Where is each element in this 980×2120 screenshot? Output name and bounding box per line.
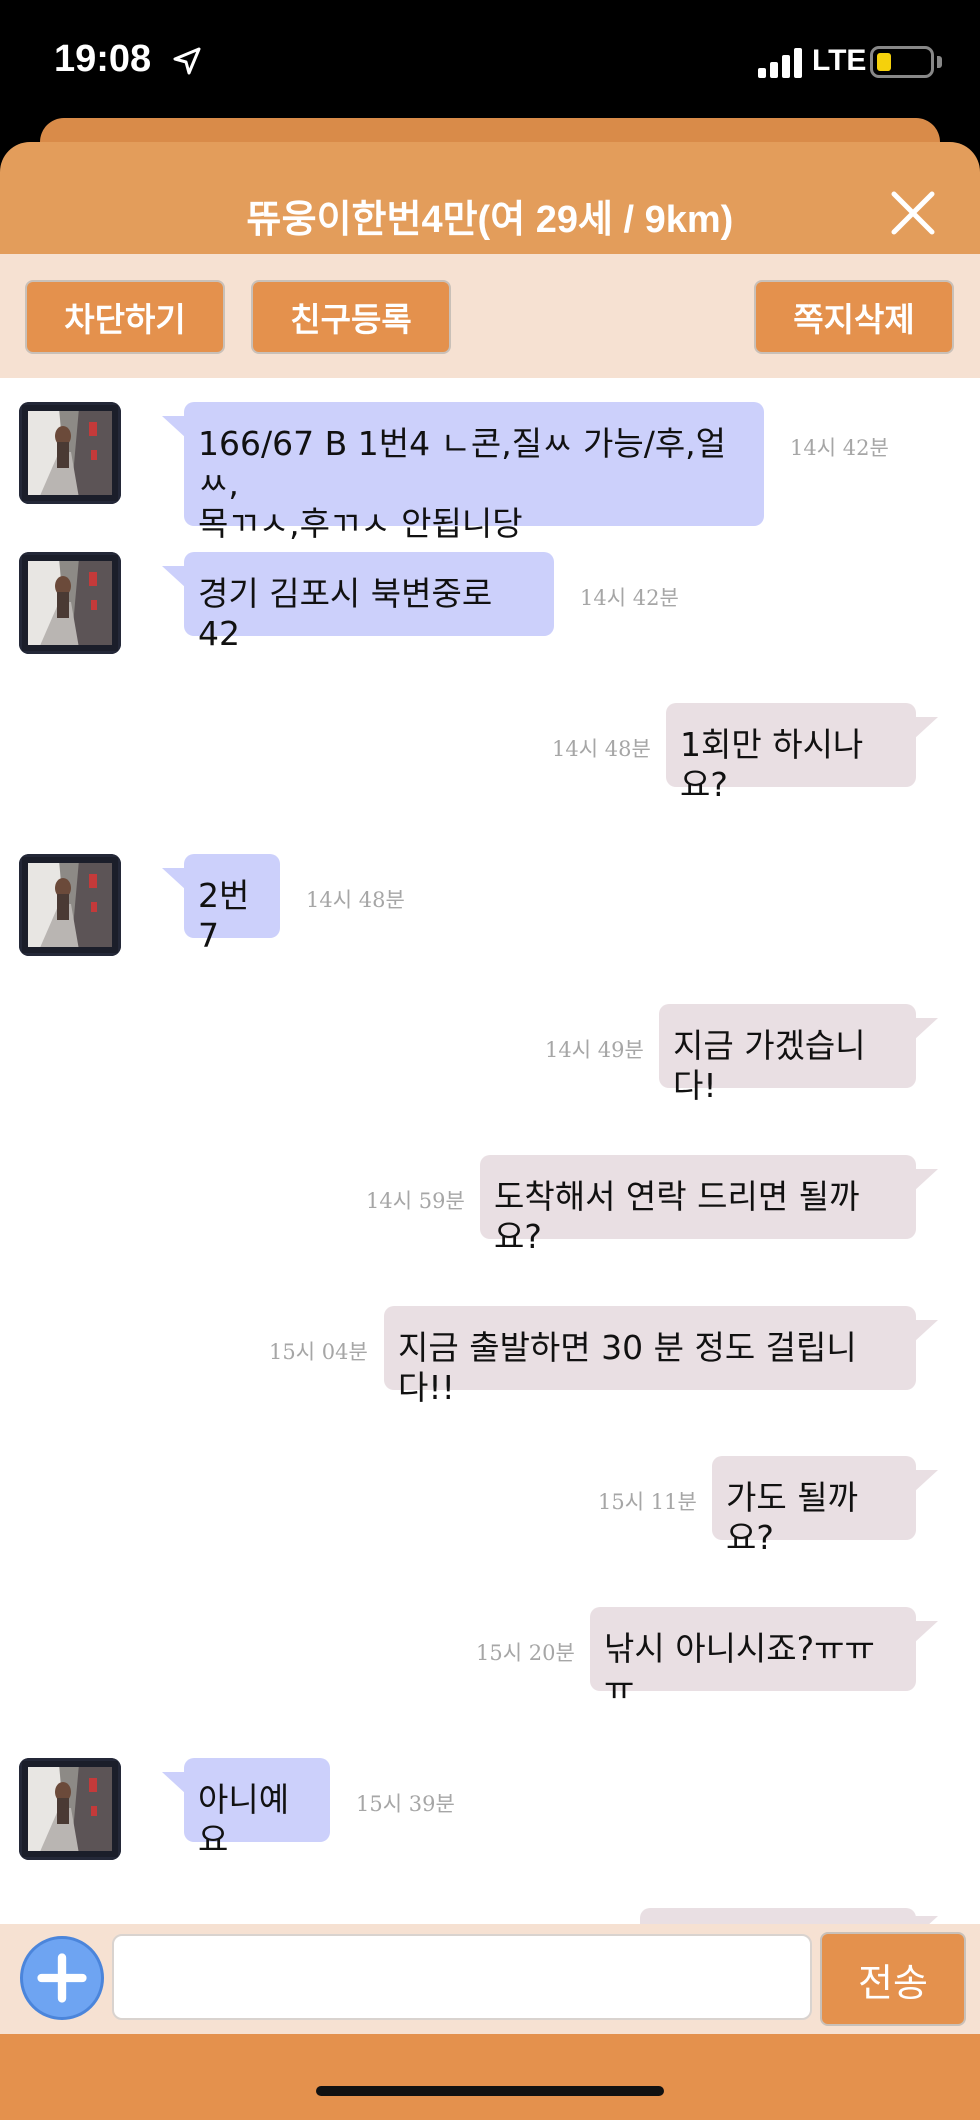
- chat-header: 뜌웅이한번4만(여 29세 / 9km): [0, 142, 980, 254]
- message-timestamp: 14시 42분: [790, 436, 889, 460]
- status-time: 19:08: [54, 38, 152, 80]
- message-row: 낚시 아니시죠?ㅠㅠㅠ 15시 20분: [0, 1607, 980, 1708]
- message-input[interactable]: [112, 1934, 812, 2020]
- outgoing-message-bubble[interactable]: 지금 출발하면 30 분 정도 걸립니다!!: [384, 1306, 916, 1407]
- action-bar: 차단하기 친구등록 쪽지삭제: [0, 254, 980, 378]
- outgoing-message-bubble[interactable]: 가도 될까요?: [712, 1456, 916, 1557]
- incoming-message-bubble[interactable]: 2번7: [184, 854, 280, 955]
- incoming-message-bubble[interactable]: 경기 김포시 북변중로 42: [184, 552, 554, 653]
- outgoing-message-bubble[interactable]: [640, 1908, 916, 1924]
- close-icon[interactable]: [888, 188, 938, 238]
- avatar[interactable]: [19, 1758, 121, 1860]
- message-row: 경기 김포시 북변중로 42 14시 42분: [0, 552, 980, 654]
- message-text: 166/67 B 1번4 ㄴ콘,질ㅆ 가능/후,얼ㅆ,: [198, 424, 727, 503]
- message-timestamp: 14시 48분: [306, 888, 405, 912]
- chat-title: 뜌웅이한번4만(여 29세 / 9km): [246, 199, 734, 241]
- battery-tip: [937, 56, 942, 68]
- message-timestamp: 14시 49분: [545, 1038, 644, 1062]
- message-text: 경기 김포시 북변중로 42: [198, 574, 493, 653]
- outgoing-message-bubble[interactable]: 지금 가겠습니다!: [659, 1004, 916, 1105]
- message-row: 도착해서 연락 드리면 될까요? 14시 59분: [0, 1155, 980, 1256]
- battery-icon: [870, 46, 934, 78]
- message-row: 2번7 14시 48분: [0, 854, 980, 956]
- message-timestamp: 14시 59분: [366, 1189, 465, 1213]
- message-timestamp: 15시 20분: [476, 1641, 575, 1665]
- message-text: 도착해서 연락 드리면 될까요?: [494, 1177, 860, 1256]
- bubble-tail: [162, 1772, 186, 1794]
- message-row: 가도 될까요? 15시 11분: [0, 1456, 980, 1557]
- message-timestamp: 15시 04분: [269, 1340, 368, 1364]
- message-list[interactable]: 166/67 B 1번4 ㄴ콘,질ㅆ 가능/후,얼ㅆ, 목ㄲㅅ,후ㄲㅅ 안됩니당 1…: [0, 378, 980, 1924]
- send-button[interactable]: 전송: [820, 1932, 966, 2026]
- bubble-tail: [914, 1320, 938, 1342]
- delete-message-button[interactable]: 쪽지삭제: [754, 280, 954, 354]
- bubble-tail: [914, 717, 938, 739]
- message-text: 가도 될까요?: [726, 1478, 858, 1557]
- message-text: 1회만 하시나요?: [680, 725, 864, 804]
- location-arrow-icon: [173, 47, 201, 75]
- composer-bar: 전송: [0, 1924, 980, 2034]
- message-timestamp: 14시 48분: [552, 737, 651, 761]
- bubble-tail: [162, 416, 186, 438]
- bubble-tail: [914, 1018, 938, 1040]
- message-row: 아니예요 15시 39분: [0, 1758, 980, 1860]
- bubble-tail: [162, 868, 186, 890]
- bubble-tail: [914, 1621, 938, 1643]
- plus-icon[interactable]: [20, 1936, 104, 2020]
- message-text: 지금 출발하면 30 분 정도 걸립니다!!: [398, 1328, 857, 1407]
- message-text: 아니예요: [198, 1780, 290, 1859]
- home-indicator[interactable]: [316, 2086, 664, 2096]
- avatar[interactable]: [19, 552, 121, 654]
- outgoing-message-bubble[interactable]: 도착해서 연락 드리면 될까요?: [480, 1155, 916, 1256]
- avatar[interactable]: [19, 854, 121, 956]
- message-timestamp: 15시 11분: [598, 1490, 697, 1514]
- incoming-message-bubble[interactable]: 166/67 B 1번4 ㄴ콘,질ㅆ 가능/후,얼ㅆ, 목ㄲㅅ,후ㄲㅅ 안됩니당: [184, 402, 764, 543]
- bubble-tail: [162, 566, 186, 588]
- bottom-bar: [0, 2034, 980, 2120]
- message-text: 목ㄲㅅ,후ㄲㅅ 안됩니당: [198, 504, 523, 543]
- message-row: 지금 출발하면 30 분 정도 걸립니다!! 15시 04분: [0, 1306, 980, 1407]
- message-text: 지금 가겠습니다!: [673, 1026, 866, 1105]
- bubble-tail: [914, 1916, 938, 1924]
- add-friend-button[interactable]: 친구등록: [251, 280, 451, 354]
- message-timestamp: 15시 39분: [356, 1792, 455, 1816]
- avatar[interactable]: [19, 402, 121, 504]
- signal-icon: [758, 48, 802, 78]
- status-bar: 19:08 LTE: [0, 0, 980, 120]
- bubble-tail: [914, 1470, 938, 1492]
- message-timestamp: 14시 42분: [580, 586, 679, 610]
- bubble-tail: [914, 1169, 938, 1191]
- message-row: 166/67 B 1번4 ㄴ콘,질ㅆ 가능/후,얼ㅆ, 목ㄲㅅ,후ㄲㅅ 안됩니당 1…: [0, 402, 980, 543]
- message-row: 지금 가겠습니다! 14시 49분: [0, 1004, 980, 1105]
- block-button[interactable]: 차단하기: [25, 280, 225, 354]
- outgoing-message-bubble[interactable]: 낚시 아니시죠?ㅠㅠㅠ: [590, 1607, 916, 1708]
- incoming-message-bubble[interactable]: 아니예요: [184, 1758, 330, 1859]
- message-text: 낚시 아니시죠?ㅠㅠㅠ: [604, 1629, 875, 1708]
- network-type: LTE: [812, 44, 867, 77]
- message-row: 1회만 하시나요? 14시 48분: [0, 703, 980, 804]
- message-text: 2번7: [198, 876, 250, 955]
- outgoing-message-bubble[interactable]: 1회만 하시나요?: [666, 703, 916, 804]
